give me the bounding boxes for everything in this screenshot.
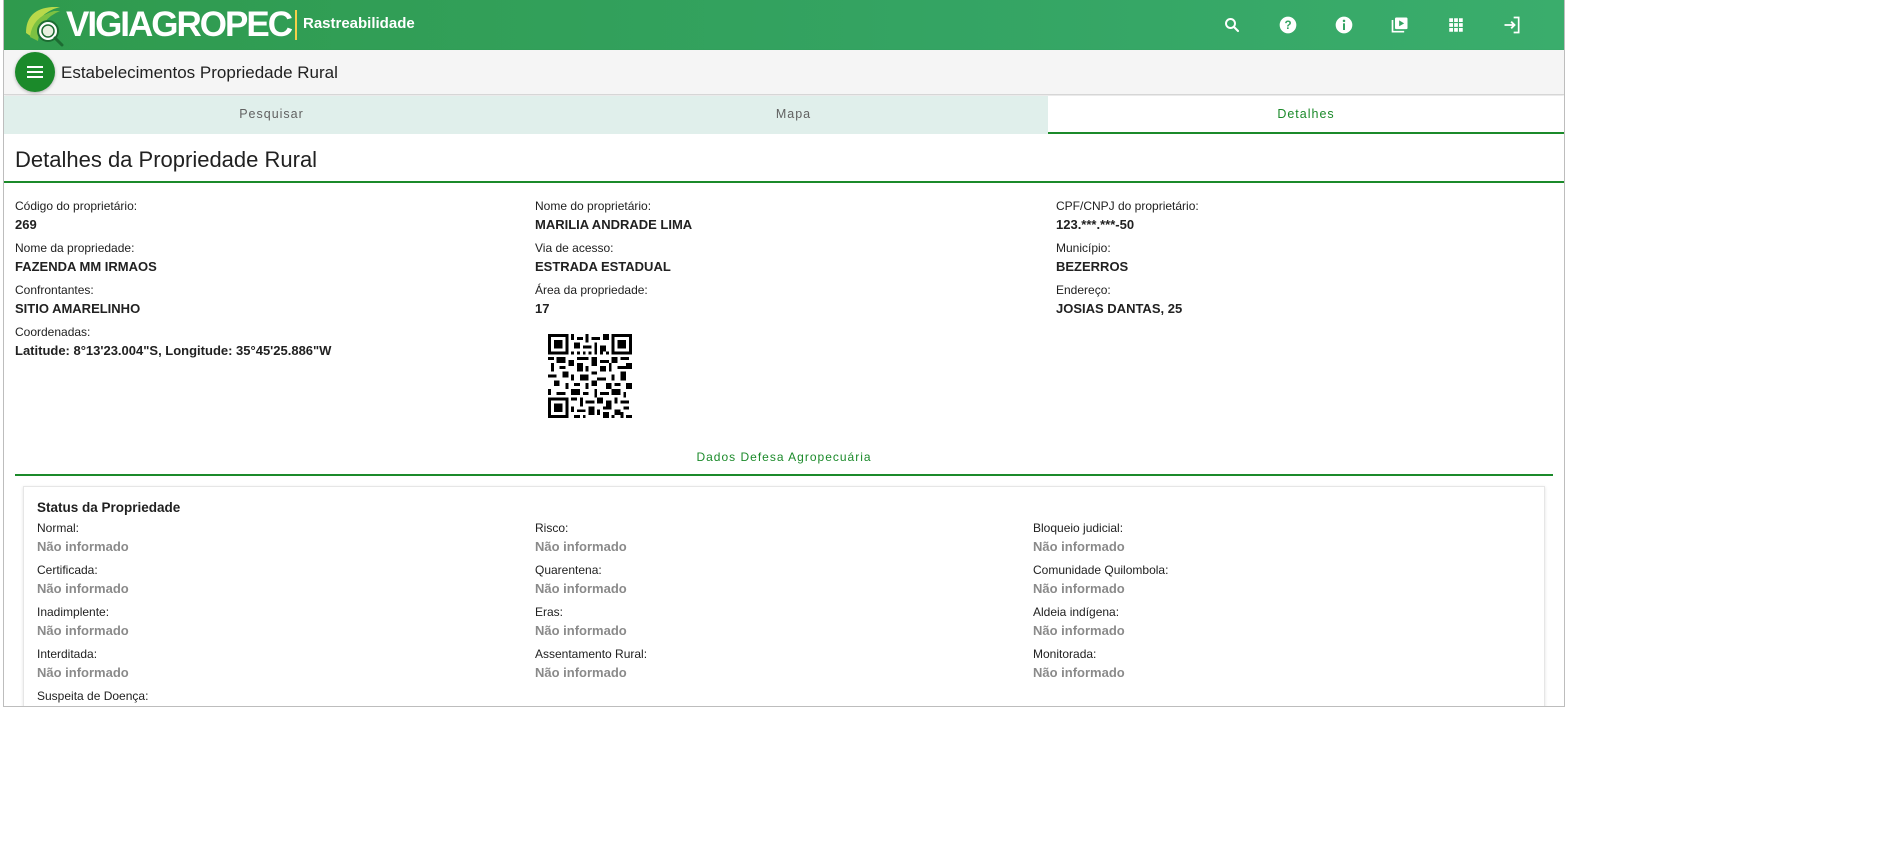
field-label: Certificada: — [37, 563, 98, 577]
field-value: Não informado — [37, 623, 129, 638]
field-via-acesso: Via de acesso: ESTRADA ESTADUAL — [535, 241, 671, 276]
brand-divider — [294, 10, 297, 40]
tab-pesquisar[interactable]: Pesquisar — [4, 96, 539, 134]
field-label: Suspeita de Doença: — [37, 689, 149, 703]
status-card-title: Status da Propriedade — [37, 500, 181, 515]
search-icon[interactable] — [1220, 13, 1244, 37]
status-card: Status da Propriedade Normal: Não inform… — [23, 486, 1545, 706]
field-value: Não informado — [535, 539, 627, 554]
status-normal: Normal: Não informado — [37, 521, 129, 556]
field-label: Coordenadas: — [15, 325, 91, 339]
field-value: Não informado — [1033, 665, 1125, 680]
field-value: Latitude: 8°13'23.004"S, Longitude: 35°4… — [15, 343, 332, 358]
field-label: Código do proprietário: — [15, 199, 138, 213]
field-label: Interditada: — [37, 647, 98, 661]
svg-text:?: ? — [1284, 19, 1291, 32]
field-value: Não informado — [1033, 623, 1125, 638]
field-label: Normal: — [37, 521, 80, 535]
field-value: FAZENDA MM IRMAOS — [15, 259, 157, 274]
status-suspeita-doenca: Suspeita de Doença: — [37, 689, 148, 706]
field-coordenadas: Coordenadas: Latitude: 8°13'23.004"S, Lo… — [15, 325, 331, 360]
help-icon[interactable]: ? — [1276, 13, 1300, 37]
status-certificada: Certificada: Não informado — [37, 563, 129, 598]
status-bloqueio-judicial: Bloqueio judicial: Não informado — [1033, 521, 1125, 556]
status-risco: Risco: Não informado — [535, 521, 627, 556]
field-label: Área da propriedade: — [535, 283, 648, 297]
field-nome-propriedade: Nome da propriedade: FAZENDA MM IRMAOS — [15, 241, 157, 276]
status-comunidade-quilombola: Comunidade Quilombola: Não informado — [1033, 563, 1168, 598]
field-label: Assentamento Rural: — [535, 647, 648, 661]
field-label: Quarentena: — [535, 563, 602, 577]
tab-mapa[interactable]: Mapa — [539, 96, 1048, 134]
status-eras: Eras: Não informado — [535, 605, 627, 640]
field-label: Monitorada: — [1033, 647, 1097, 661]
info-icon[interactable] — [1332, 13, 1356, 37]
field-value: SITIO AMARELINHO — [15, 301, 141, 316]
defesa-divider — [15, 474, 1553, 476]
field-label: Endereço: — [1056, 283, 1111, 297]
status-assentamento-rural: Assentamento Rural: Não informado — [535, 647, 647, 682]
field-value: Não informado — [535, 581, 627, 596]
status-monitorada: Monitorada: Não informado — [1033, 647, 1125, 682]
field-confrontantes: Confrontantes: SITIO AMARELINHO — [15, 283, 140, 318]
top-app-bar: VIGIAGROPEC Rastreabilidade ? — [4, 0, 1564, 50]
field-label: Aldeia indígena: — [1033, 605, 1120, 619]
field-label: Confrontantes: — [15, 283, 94, 297]
logout-icon[interactable] — [1500, 13, 1524, 37]
apps-icon[interactable] — [1444, 13, 1468, 37]
defesa-section-title: Dados Defesa Agropecuária — [696, 450, 872, 464]
field-value: Não informado — [37, 539, 129, 554]
field-value: Não informado — [535, 623, 627, 638]
field-label: Nome do proprietário: — [535, 199, 652, 213]
vigiagropec-logo-icon — [22, 3, 66, 47]
field-label: Inadimplente: — [37, 605, 110, 619]
menu-icon — [27, 66, 43, 78]
qr-code-image — [548, 334, 632, 418]
brand-name: VIGIAGROPEC — [66, 5, 293, 44]
field-label: Comunidade Quilombola: — [1033, 563, 1169, 577]
page-toolbar: Estabelecimentos Propriedade Rural — [4, 50, 1564, 95]
top-actions: ? — [1188, 0, 1524, 50]
field-value: Não informado — [1033, 581, 1125, 596]
status-quarentena: Quarentena: Não informado — [535, 563, 627, 598]
field-label: Eras: — [535, 605, 564, 619]
status-inadimplente: Inadimplente: Não informado — [37, 605, 129, 640]
field-endereco: Endereço: JOSIAS DANTAS, 25 — [1056, 283, 1182, 318]
field-value: 269 — [15, 217, 37, 232]
field-value: 123.***.***-50 — [1056, 217, 1135, 232]
menu-button[interactable] — [15, 52, 55, 92]
field-value: Não informado — [535, 665, 627, 680]
video-library-icon[interactable] — [1388, 13, 1412, 37]
page-title: Estabelecimentos Propriedade Rural — [61, 63, 338, 82]
field-value: Não informado — [37, 581, 129, 596]
field-label: Bloqueio judicial: — [1033, 521, 1124, 535]
field-cpf-cnpj: CPF/CNPJ do proprietário: 123.***.***-50 — [1056, 199, 1199, 234]
field-area-propriedade: Área da propriedade: 17 — [535, 283, 648, 318]
field-codigo-proprietario: Código do proprietário: 269 — [15, 199, 137, 234]
field-value: Não informado — [1033, 539, 1125, 554]
status-aldeia-indigena: Aldeia indígena: Não informado — [1033, 605, 1125, 640]
field-label: Município: — [1056, 241, 1111, 255]
field-label: Nome da propriedade: — [15, 241, 135, 255]
tab-bar: Pesquisar Mapa Detalhes — [4, 96, 1564, 134]
details-divider — [4, 181, 1564, 183]
field-value: JOSIAS DANTAS, 25 — [1056, 301, 1183, 316]
field-value: 17 — [535, 301, 550, 316]
field-label: CPF/CNPJ do proprietário: — [1056, 199, 1199, 213]
brand[interactable]: VIGIAGROPEC Rastreabilidade — [22, 3, 415, 47]
field-value: MARILIA ANDRADE LIMA — [535, 217, 693, 232]
details-title: Detalhes da Propriedade Rural — [15, 147, 318, 172]
field-nome-proprietario: Nome do proprietário: MARILIA ANDRADE LI… — [535, 199, 692, 234]
field-value: ESTRADA ESTADUAL — [535, 259, 671, 274]
field-label: Risco: — [535, 521, 569, 535]
tab-detalhes[interactable]: Detalhes — [1048, 96, 1564, 134]
field-value: Não informado — [37, 665, 129, 680]
field-label: Via de acesso: — [535, 241, 614, 255]
brand-subtitle: Rastreabilidade — [302, 14, 415, 32]
app-window: VIGIAGROPEC Rastreabilidade ? Estabeleci… — [3, 0, 1565, 707]
field-value: BEZERROS — [1056, 259, 1129, 274]
status-interditada: Interditada: Não informado — [37, 647, 129, 682]
field-municipio: Município: BEZERROS — [1056, 241, 1128, 276]
